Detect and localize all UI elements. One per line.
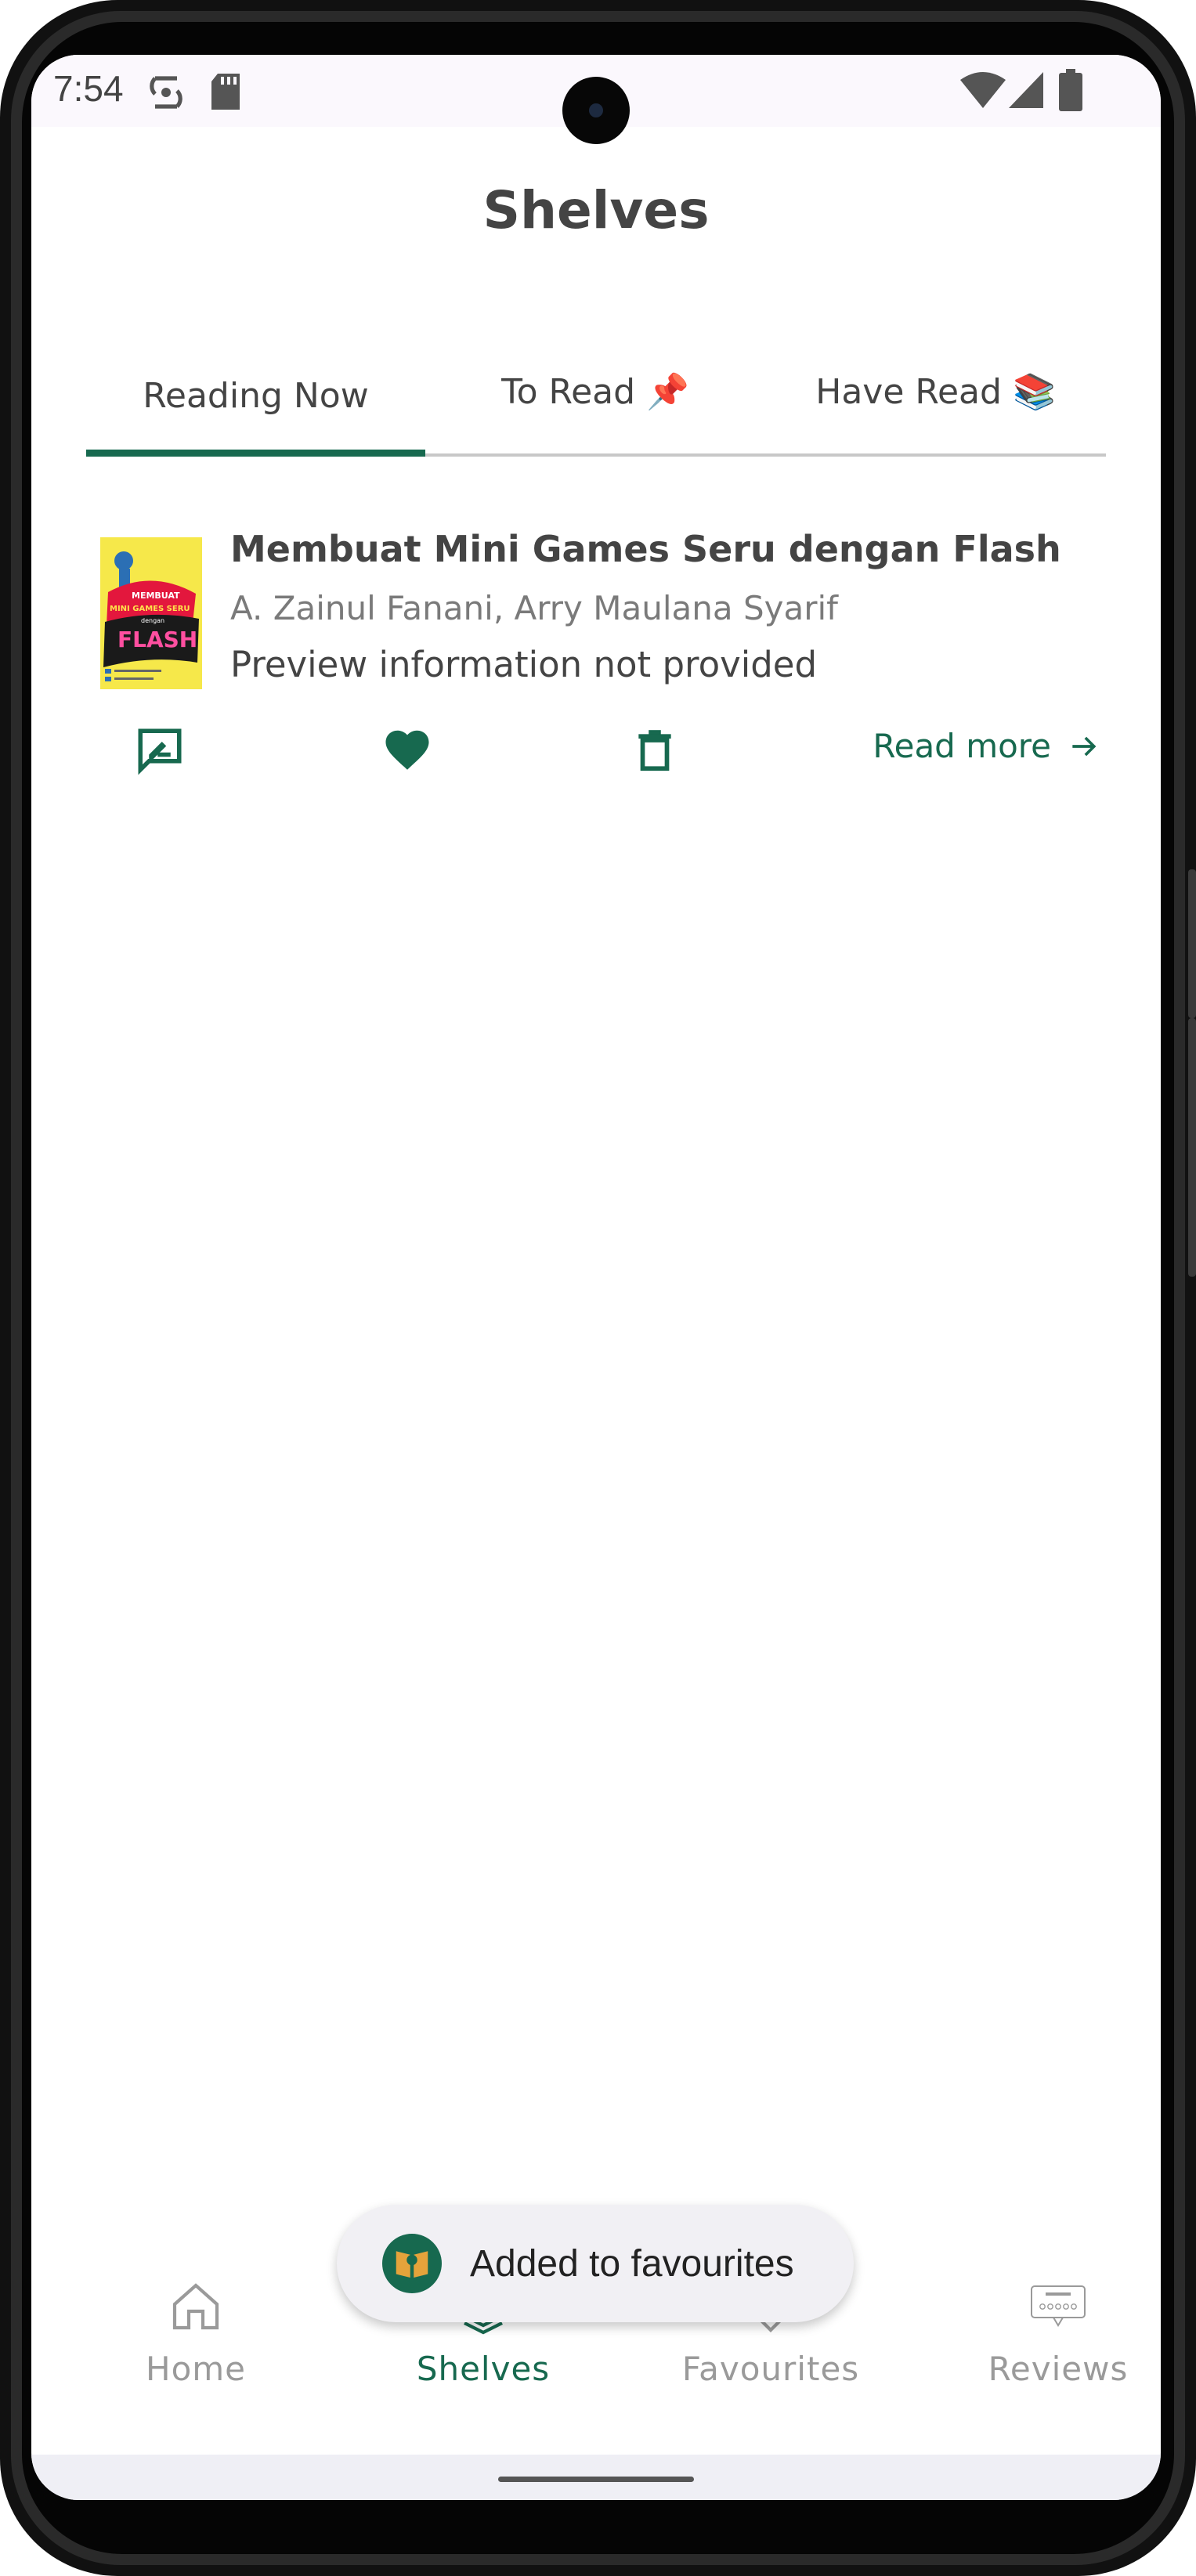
reviews-icon [1023,2271,1093,2342]
read-more-button[interactable]: Read more [873,727,1101,765]
volume-button [1188,1018,1196,1277]
book-title: Membuat Mini Games Seru dengan Flash [230,528,1061,570]
nav-item-home[interactable]: Home [78,2271,313,2416]
snackbar: Added to favourites [337,2205,854,2322]
battery-icon [1059,69,1082,111]
cover-title-line: MEMBUAT [132,591,180,601]
book-cover-art [100,537,202,689]
screen: 7:54 Shelves Reading Now To Read 📌 Have … [31,55,1161,2500]
delete-button[interactable] [623,719,686,782]
tab-label: Reading Now [143,375,369,416]
signal-icon [1009,72,1043,108]
power-button [1188,869,1196,1018]
nav-label: Home [145,2350,247,2388]
app-logo-icon [382,2234,442,2293]
tab-label: Have Read 📚 [815,372,1056,412]
phone-frame: 7:54 Shelves Reading Now To Read 📌 Have … [0,0,1196,2576]
book-list-item[interactable]: MEMBUAT MINI GAMES SERU dengan FLASH Mem… [86,517,1106,799]
arrow-right-icon [1072,736,1097,756]
book-authors: A. Zainul Fanani, Arry Maulana Syarif [230,589,838,627]
trash-icon [638,730,671,771]
nav-label: Favourites [681,2350,860,2388]
tab-have-read[interactable]: Have Read 📚 [765,337,1106,446]
cover-title-line: dengan [141,617,165,624]
favourite-button[interactable] [376,719,439,782]
nav-item-reviews[interactable]: Reviews [941,2271,1161,2416]
tab-reading-now[interactable]: Reading Now [86,341,425,450]
sd-card-icon [211,74,240,110]
heart-icon [385,730,429,770]
book-cover[interactable]: MEMBUAT MINI GAMES SERU dengan FLASH [100,537,202,689]
front-camera [562,77,630,144]
review-button[interactable] [128,719,191,782]
status-time: 7:54 [53,68,124,109]
nav-label: Shelves [416,2350,551,2388]
tab-indicator [86,450,425,457]
home-icon [161,2271,231,2342]
rate-review-icon [138,728,182,775]
sync-icon [150,76,182,109]
tab-to-read[interactable]: To Read 📌 [425,337,765,446]
wifi-icon [960,72,1006,108]
book-preview: Preview information not provided [230,644,818,685]
cover-title-line: MINI GAMES SERU [110,605,190,613]
page-title: Shelves [482,180,710,240]
nav-label: Reviews [988,2350,1129,2388]
gesture-handle[interactable] [498,2477,694,2482]
read-more-label: Read more [873,727,1051,765]
snackbar-message: Added to favourites [470,2242,794,2285]
tab-label: To Read 📌 [501,372,689,412]
cover-title-line: FLASH [117,627,198,652]
